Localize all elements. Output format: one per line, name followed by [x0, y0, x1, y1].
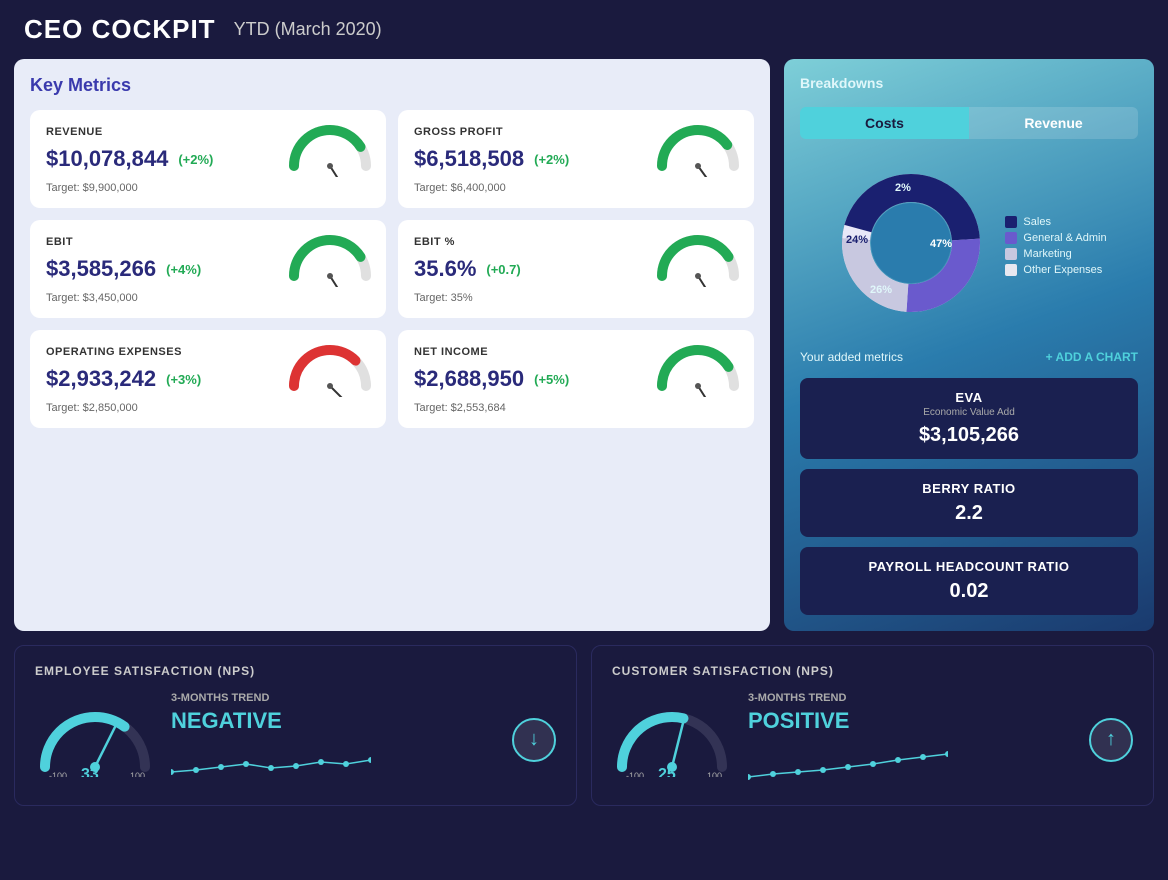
added-metrics-label: Your added metrics: [800, 350, 903, 364]
metric-value-net_income: $2,688,950: [414, 366, 524, 392]
metric-card-ebit_pct: EBIT % 35.6% (+0.7) Target: 35%: [398, 220, 754, 318]
metric-change-revenue: (+2%): [178, 152, 213, 167]
employee-satisfaction-panel: EMPLOYEE SATISFACTION (NPS) -100 33 100 …: [14, 645, 577, 806]
metric-card-ebit: EBIT $3,585,266 (+4%) Target: $3,450,000: [30, 220, 386, 318]
customer-satisfaction-panel: CUSTOMER SATISFACTION (NPS) -100 25 100 …: [591, 645, 1154, 806]
eva-sublabel: Economic Value Add: [810, 407, 1128, 418]
customer-trend-arrow[interactable]: ↑: [1089, 718, 1133, 762]
gauge-ebit_pct: [654, 232, 742, 292]
metric-change-net_income: (+5%): [534, 372, 569, 387]
berry-ratio-label: BERRY RATIO: [810, 481, 1128, 496]
metric-target-revenue: Target: $9,900,000: [46, 182, 370, 194]
metric-value-revenue: $10,078,844: [46, 146, 168, 172]
employee-satisfaction-content: -100 33 100 3-MONTHS TREND NEGATIVE: [35, 692, 556, 787]
employee-trend-area: 3-MONTHS TREND NEGATIVE: [171, 692, 496, 787]
customer-trend-value: POSITIVE: [748, 708, 849, 734]
tabs-row: Costs Revenue: [800, 107, 1138, 139]
svg-text:-100: -100: [626, 771, 644, 777]
svg-text:25: 25: [658, 766, 676, 777]
legend-dot-other: [1005, 264, 1017, 276]
berry-ratio-value: 2.2: [810, 502, 1128, 525]
tab-revenue[interactable]: Revenue: [969, 107, 1138, 139]
svg-text:47%: 47%: [930, 238, 952, 250]
metric-value-gross_profit: $6,518,508: [414, 146, 524, 172]
legend-dot-marketing: [1005, 248, 1017, 260]
gauge-ebit: [286, 232, 374, 292]
bottom-area: EMPLOYEE SATISFACTION (NPS) -100 33 100 …: [0, 645, 1168, 820]
customer-gauge: -100 25 100: [612, 697, 732, 782]
breakdowns-panel: Breakdowns Costs Revenue: [784, 59, 1154, 631]
metric-value-ebit_pct: 35.6%: [414, 256, 476, 282]
metric-card-operating_expenses: OPERATING EXPENSES $2,933,242 (+3%) Targ…: [30, 330, 386, 428]
key-metrics-panel: Key Metrics REVENUE $10,078,844 (+2%) Ta…: [14, 59, 770, 631]
customer-satisfaction-title: CUSTOMER SATISFACTION (NPS): [612, 664, 1133, 678]
customer-satisfaction-content: -100 25 100 3-MONTHS TREND POSITIVE: [612, 692, 1133, 787]
eva-label: EVA: [810, 390, 1128, 405]
tab-costs[interactable]: Costs: [800, 107, 969, 139]
payroll-headcount-label: PAYROLL HEADCOUNT RATIO: [810, 559, 1128, 574]
metric-change-operating_expenses: (+3%): [166, 372, 201, 387]
page-title: CEO COCKPIT: [24, 14, 216, 45]
gauge-gross_profit: [654, 122, 742, 182]
metric-target-net_income: Target: $2,553,684: [414, 402, 738, 414]
gauge-net_income: [654, 342, 742, 402]
legend-dot-general: [1005, 232, 1017, 244]
gauge-operating_expenses: [286, 342, 374, 402]
metric-target-ebit_pct: Target: 35%: [414, 292, 738, 304]
add-chart-button[interactable]: + ADD A CHART: [1046, 350, 1138, 364]
metric-card-revenue: REVENUE $10,078,844 (+2%) Target: $9,900…: [30, 110, 386, 208]
payroll-headcount-tile: PAYROLL HEADCOUNT RATIO 0.02: [800, 547, 1138, 615]
header: CEO COCKPIT YTD (March 2020): [0, 0, 1168, 59]
metric-target-ebit: Target: $3,450,000: [46, 292, 370, 304]
svg-text:-100: -100: [49, 771, 67, 777]
donut-chart: 47% 26% 24% 2%: [831, 163, 991, 328]
metric-card-gross_profit: GROSS PROFIT $6,518,508 (+2%) Target: $6…: [398, 110, 754, 208]
legend-item-other: Other Expenses: [1005, 264, 1106, 276]
metric-change-gross_profit: (+2%): [534, 152, 569, 167]
metric-target-operating_expenses: Target: $2,850,000: [46, 402, 370, 414]
eva-tile: EVA Economic Value Add $3,105,266: [800, 378, 1138, 459]
section-title: Key Metrics: [30, 75, 754, 96]
metric-change-ebit: (+4%): [166, 262, 201, 277]
employee-sparkline: [171, 742, 496, 787]
customer-trend-area: 3-MONTHS TREND POSITIVE: [748, 692, 1073, 787]
metric-card-net_income: NET INCOME $2,688,950 (+5%) Target: $2,5…: [398, 330, 754, 428]
eva-value: $3,105,266: [810, 424, 1128, 447]
added-metrics-row: Your added metrics + ADD A CHART: [800, 346, 1138, 368]
svg-text:26%: 26%: [870, 284, 892, 296]
svg-text:2%: 2%: [895, 182, 911, 194]
page-subtitle: YTD (March 2020): [234, 19, 382, 40]
employee-trend-label: 3-MONTHS TREND: [171, 692, 269, 704]
svg-text:100: 100: [707, 771, 722, 777]
employee-satisfaction-title: EMPLOYEE SATISFACTION (NPS): [35, 664, 556, 678]
svg-text:33: 33: [81, 766, 99, 777]
metric-change-ebit_pct: (+0.7): [486, 262, 520, 277]
employee-gauge: -100 33 100: [35, 697, 155, 782]
svg-text:100: 100: [130, 771, 145, 777]
metrics-grid: REVENUE $10,078,844 (+2%) Target: $9,900…: [30, 110, 754, 428]
employee-trend-arrow[interactable]: ↓: [512, 718, 556, 762]
breakdowns-title: Breakdowns: [800, 75, 1138, 91]
customer-sparkline: [748, 742, 1073, 787]
legend-item-marketing: Marketing: [1005, 248, 1106, 260]
gauge-revenue: [286, 122, 374, 182]
metric-value-ebit: $3,585,266: [46, 256, 156, 282]
donut-legend: Sales General & Admin Marketing Other Ex…: [1005, 216, 1106, 276]
svg-text:24%: 24%: [846, 234, 868, 246]
customer-trend-label: 3-MONTHS TREND: [748, 692, 846, 704]
donut-chart-area: 47% 26% 24% 2% Sales General & Admin Ma: [800, 155, 1138, 336]
employee-trend-value: NEGATIVE: [171, 708, 282, 734]
legend-item-general: General & Admin: [1005, 232, 1106, 244]
legend-dot-sales: [1005, 216, 1017, 228]
legend-item-sales: Sales: [1005, 216, 1106, 228]
main-area: Key Metrics REVENUE $10,078,844 (+2%) Ta…: [0, 59, 1168, 645]
metric-target-gross_profit: Target: $6,400,000: [414, 182, 738, 194]
payroll-headcount-value: 0.02: [810, 580, 1128, 603]
metric-value-operating_expenses: $2,933,242: [46, 366, 156, 392]
berry-ratio-tile: BERRY RATIO 2.2: [800, 469, 1138, 537]
